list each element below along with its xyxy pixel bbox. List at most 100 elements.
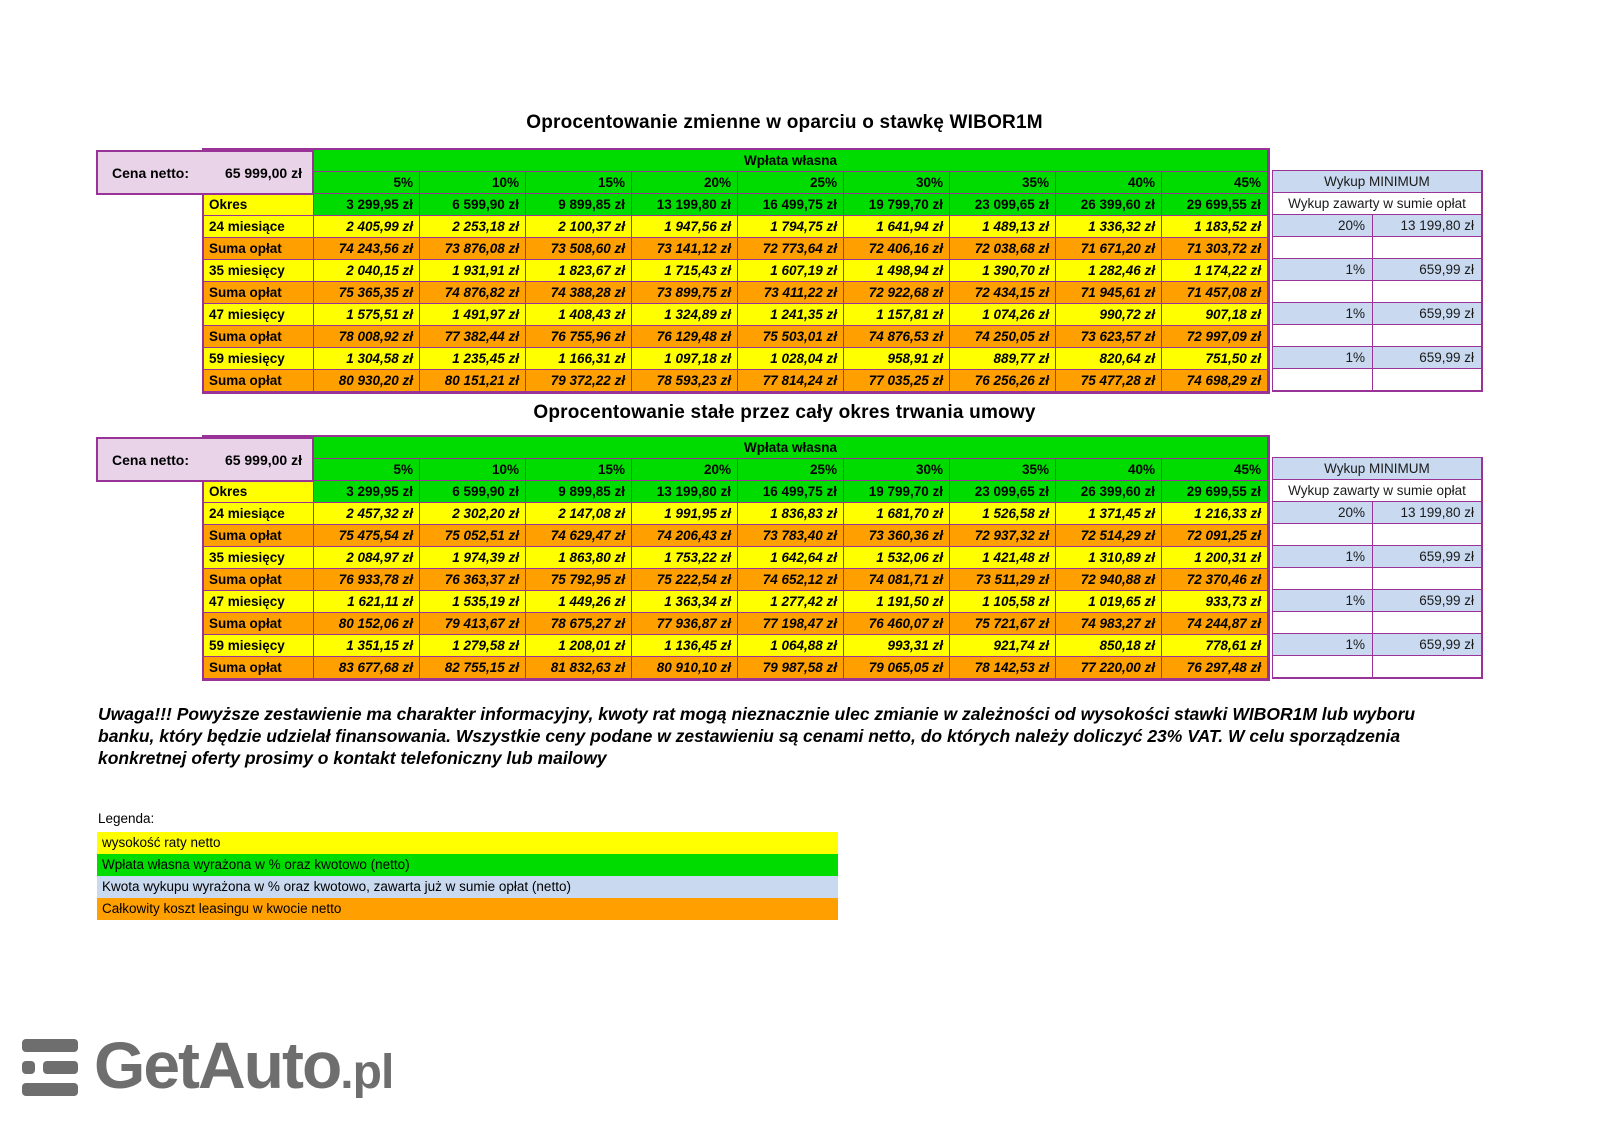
table1-okres-value: 9 899,85 zł xyxy=(526,194,632,216)
cena-netto-label: Cena netto: xyxy=(112,452,189,468)
table2-okres-value: 6 599,90 zł xyxy=(420,481,526,503)
table1-row-value: 1 498,94 zł xyxy=(844,260,950,282)
table1-okres-value: 19 799,70 zł xyxy=(844,194,950,216)
table1-row-value: 74 388,28 zł xyxy=(526,282,632,304)
table2-row-value: 1 019,65 zł xyxy=(1056,591,1162,613)
table-fixed-rate: Wpłata własna5%10%15%20%25%30%35%40%45%O… xyxy=(202,435,1270,681)
table2-wykup-percent: 20% xyxy=(1273,502,1373,524)
table2-okres-value: 3 299,95 zł xyxy=(314,481,420,503)
table2-row-value: 80 152,06 zł xyxy=(314,613,420,635)
table1-row-value: 2 040,15 zł xyxy=(314,260,420,282)
table1-row-value: 1 028,04 zł xyxy=(738,348,844,370)
table2-row-value: 81 832,63 zł xyxy=(526,657,632,679)
table2-row-value: 76 933,78 zł xyxy=(314,569,420,591)
table1-wykup-percent: 1% xyxy=(1273,259,1373,281)
table2-okres-value: 19 799,70 zł xyxy=(844,481,950,503)
table1-wykup-percent: 1% xyxy=(1273,347,1373,369)
table2-row-value: 74 983,27 zł xyxy=(1056,613,1162,635)
table2-row-value: 1 753,22 zł xyxy=(632,547,738,569)
table1-row-value: 74 243,56 zł xyxy=(314,238,420,260)
table2-row-value: 2 147,08 zł xyxy=(526,503,632,525)
table1-row-value: 1 715,43 zł xyxy=(632,260,738,282)
table2-row-value: 1 621,11 zł xyxy=(314,591,420,613)
table1-row-value: 76 755,96 zł xyxy=(526,326,632,348)
table2-wykup-percent: 1% xyxy=(1273,590,1373,612)
table2-row-value: 2 457,32 zł xyxy=(314,503,420,525)
table1-wykup-empty xyxy=(1273,325,1373,347)
table2-wykup-zawarty-header: Wykup zawarty w sumie opłat xyxy=(1273,480,1482,502)
table1-row-value: 71 945,61 zł xyxy=(1056,282,1162,304)
table1-percent-header: 5% xyxy=(314,172,420,194)
table2-row-value: 1 526,58 zł xyxy=(950,503,1056,525)
table1-row-value: 1 183,52 zł xyxy=(1162,216,1268,238)
table2-wykup-empty xyxy=(1273,568,1373,590)
table2-okres-value: 9 899,85 zł xyxy=(526,481,632,503)
table1-row-value: 1 241,35 zł xyxy=(738,304,844,326)
table1-wykup-zawarty-header: Wykup zawarty w sumie opłat xyxy=(1273,193,1482,215)
table1-row-value: 78 008,92 zł xyxy=(314,326,420,348)
table2-row-value: 921,74 zł xyxy=(950,635,1056,657)
table2-row-value: 79 413,67 zł xyxy=(420,613,526,635)
table2-percent-header: 25% xyxy=(738,459,844,481)
table1-row-value: 76 256,26 zł xyxy=(950,370,1056,392)
table2-row-label: Suma opłat xyxy=(204,613,314,635)
table2-okres-label: Okres xyxy=(204,481,314,503)
cena-netto-box: Cena netto:65 999,00 zł xyxy=(96,150,314,195)
table2-row-value: 73 511,29 zł xyxy=(950,569,1056,591)
table2-wykup-amount: 13 199,80 zł xyxy=(1373,502,1482,524)
table1-row-value: 73 411,22 zł xyxy=(738,282,844,304)
table2-wykup-empty xyxy=(1273,524,1373,546)
table1-row-value: 751,50 zł xyxy=(1162,348,1268,370)
table1-row-value: 1 491,97 zł xyxy=(420,304,526,326)
table1-wykup-minimum-header: Wykup MINIMUM xyxy=(1273,171,1482,193)
table2-row-value: 74 206,43 zł xyxy=(632,525,738,547)
table2-percent-header: 15% xyxy=(526,459,632,481)
table1-row-value: 1 641,94 zł xyxy=(844,216,950,238)
table1-wykup-empty xyxy=(1373,237,1482,259)
table1-row-value: 71 457,08 zł xyxy=(1162,282,1268,304)
table2-wykup-amount: 659,99 zł xyxy=(1373,634,1482,656)
table2-wykup-empty xyxy=(1373,656,1482,678)
table1-wykup-empty xyxy=(1373,369,1482,391)
table2-percent-header: 30% xyxy=(844,459,950,481)
table1-row-label: 59 miesięcy xyxy=(204,348,314,370)
table2-wykup-amount: 659,99 zł xyxy=(1373,590,1482,612)
table1-row-value: 72 406,16 zł xyxy=(844,238,950,260)
table1-row-value: 2 100,37 zł xyxy=(526,216,632,238)
table2-row-label: 35 miesięcy xyxy=(204,547,314,569)
table2-row-value: 74 629,47 zł xyxy=(526,525,632,547)
table1-row-value: 1 097,18 zł xyxy=(632,348,738,370)
table1-wykup-empty xyxy=(1273,237,1373,259)
table1-row-value: 2 253,18 zł xyxy=(420,216,526,238)
table1-percent-header: 10% xyxy=(420,172,526,194)
table1-row-label: 47 miesięcy xyxy=(204,304,314,326)
table1-row-value: 73 876,08 zł xyxy=(420,238,526,260)
table1-row-value: 1 235,45 zł xyxy=(420,348,526,370)
table1-row-value: 1 947,56 zł xyxy=(632,216,738,238)
table1-row-value: 1 408,43 zł xyxy=(526,304,632,326)
table2-row-value: 1 681,70 zł xyxy=(844,503,950,525)
table2-row-value: 74 652,12 zł xyxy=(738,569,844,591)
cena-netto-label: Cena netto: xyxy=(112,165,189,181)
table2-row-value: 1 216,33 zł xyxy=(1162,503,1268,525)
table2-row-value: 80 910,10 zł xyxy=(632,657,738,679)
legend-title: Legenda: xyxy=(98,811,154,826)
table2-row-value: 79 987,58 zł xyxy=(738,657,844,679)
table1-wykup-amount: 659,99 zł xyxy=(1373,303,1482,325)
table2-wykup-empty xyxy=(1273,612,1373,634)
table-variable-rate: Wpłata własna5%10%15%20%25%30%35%40%45%O… xyxy=(202,148,1270,394)
table2-row-value: 75 222,54 zł xyxy=(632,569,738,591)
table2-title: Oprocentowanie stałe przez cały okres tr… xyxy=(94,402,1475,424)
table1-row-value: 74 876,53 zł xyxy=(844,326,950,348)
table2-row-label: 24 miesiące xyxy=(204,503,314,525)
table2-row-value: 1 279,58 zł xyxy=(420,635,526,657)
table2-okres-value: 16 499,75 zł xyxy=(738,481,844,503)
table2-percent-header: 45% xyxy=(1162,459,1268,481)
table2-row-value: 2 084,97 zł xyxy=(314,547,420,569)
table2-row-value: 993,31 zł xyxy=(844,635,950,657)
table2-row-value: 83 677,68 zł xyxy=(314,657,420,679)
table1-wykup-amount: 659,99 zł xyxy=(1373,259,1482,281)
table1-wykup-amount: 13 199,80 zł xyxy=(1373,215,1482,237)
table2-row-value: 1 974,39 zł xyxy=(420,547,526,569)
table1-row-value: 1 823,67 zł xyxy=(526,260,632,282)
